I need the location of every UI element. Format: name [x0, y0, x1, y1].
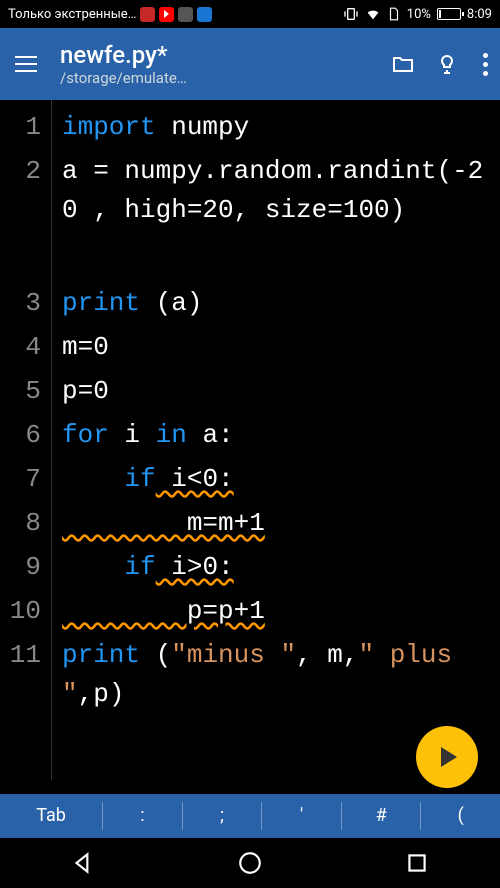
- app-icon-4: [197, 7, 212, 22]
- key-paren[interactable]: (: [421, 802, 500, 830]
- app-icon-3: [178, 7, 193, 22]
- code-line: for i in a:: [62, 416, 494, 460]
- extra-key-row: Tab : ; ' # (: [0, 794, 500, 838]
- status-bar: Только экстренные… 10% 8:09: [0, 0, 500, 28]
- code-editor[interactable]: 1 2 3 4 5 6 7 8 9 10 11 import numpy a =…: [0, 100, 500, 780]
- menu-button[interactable]: [8, 46, 44, 82]
- battery-percent: 10%: [407, 7, 431, 22]
- carrier-text: Только экстренные…: [8, 7, 136, 22]
- code-line: p=0: [62, 372, 494, 416]
- battery-icon: [437, 8, 461, 20]
- key-quote[interactable]: ': [262, 802, 342, 830]
- code-line: import numpy: [62, 108, 494, 152]
- code-line: m=0: [62, 328, 494, 372]
- title-block[interactable]: newfe.py* /storage/emulate…: [60, 41, 375, 87]
- app-toolbar: newfe.py* /storage/emulate…: [0, 28, 500, 100]
- clock-text: 8:09: [467, 7, 492, 22]
- code-line: p=p+1: [62, 592, 494, 636]
- home-icon[interactable]: [237, 850, 263, 876]
- code-area[interactable]: import numpy a = numpy.random.randint(-2…: [52, 100, 500, 780]
- code-line: if i<0:: [62, 460, 494, 504]
- filepath-label: /storage/emulate…: [60, 69, 375, 87]
- code-line: m=m+1: [62, 504, 494, 548]
- code-line: if i>0:: [62, 548, 494, 592]
- key-tab[interactable]: Tab: [0, 802, 103, 830]
- more-vert-icon[interactable]: [479, 49, 492, 80]
- youtube-icon: [159, 7, 174, 22]
- wifi-icon: [365, 6, 381, 22]
- key-semicolon[interactable]: ;: [183, 802, 263, 830]
- code-line: a = numpy.random.randint(-20 , high=20, …: [62, 152, 494, 284]
- key-hash[interactable]: #: [342, 802, 422, 830]
- vibrate-icon: [343, 6, 359, 22]
- system-navbar: [0, 838, 500, 888]
- recents-icon[interactable]: [404, 850, 430, 876]
- app-icon-1: [140, 7, 155, 22]
- line-gutter: 1 2 3 4 5 6 7 8 9 10 11: [0, 100, 52, 780]
- filename-label: newfe.py*: [60, 41, 168, 69]
- code-line: print ("minus ", m," plus ",p): [62, 636, 494, 724]
- run-button[interactable]: [416, 726, 478, 788]
- menu-icon: [15, 63, 37, 65]
- key-colon[interactable]: :: [103, 802, 183, 830]
- back-icon[interactable]: [70, 850, 96, 876]
- code-line: print (a): [62, 284, 494, 328]
- folder-icon[interactable]: [391, 52, 415, 76]
- sim-icon: [387, 6, 401, 22]
- bulb-icon[interactable]: [435, 52, 459, 76]
